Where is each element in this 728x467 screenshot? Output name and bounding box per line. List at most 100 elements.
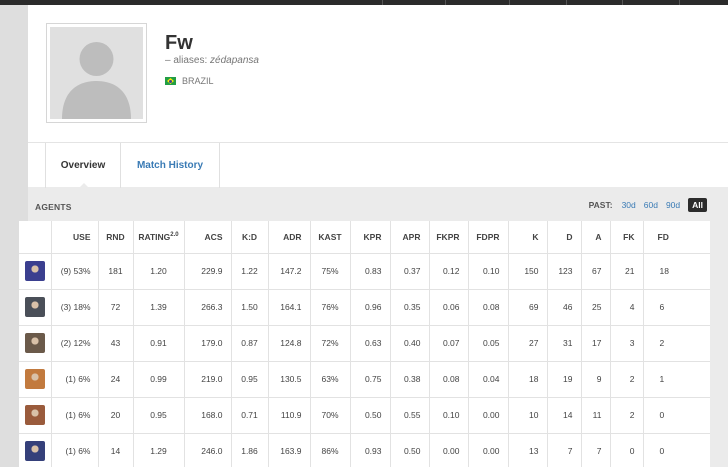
cell-rnd: 24	[98, 361, 134, 398]
cell-rating: 1.20	[133, 253, 185, 290]
avatar	[46, 23, 147, 123]
table-row: (3) 18% 72 1.39 266.3 1.50 164.1 76% 0.96 0.35 0.…	[19, 289, 710, 326]
col-fk: FK	[610, 221, 644, 254]
cell-d: 46	[547, 289, 582, 326]
col-fdpr: FDPR	[468, 221, 509, 254]
cell-kast: 72%	[310, 325, 351, 362]
cell-kpr: 0.93	[350, 433, 391, 467]
cell-fdpr: 0.04	[468, 361, 509, 398]
cell-rnd: 181	[98, 253, 134, 290]
agents-section-title: AGENTS	[35, 202, 72, 212]
agent-cell	[19, 397, 52, 434]
agent-icon-5	[24, 405, 45, 425]
table-row: (9) 53% 181 1.20 229.9 1.22 147.2 75% 0.83 0.37 0…	[19, 253, 710, 290]
table-header-row: USE RND RATING2.0 ACS K:D ADR KAST KPR A…	[19, 221, 710, 254]
cell-kast: 76%	[310, 289, 351, 326]
cell-apr: 0.35	[390, 289, 430, 326]
cell-fkpr: 0.12	[429, 253, 469, 290]
filter-30d[interactable]: 30d	[622, 200, 636, 210]
cell-kast: 86%	[310, 433, 351, 467]
col-fkpr: FKPR	[429, 221, 469, 254]
cell-a: 17	[581, 325, 611, 362]
cell-a: 25	[581, 289, 611, 326]
agent-cell	[19, 253, 52, 290]
agent-icon-3	[24, 333, 45, 353]
col-rating-label: RATING	[138, 231, 171, 242]
player-header: Fw – aliases: zédapansa BRAZIL	[28, 5, 728, 142]
col-d: D	[547, 221, 582, 254]
cell-rnd: 43	[98, 325, 134, 362]
country-name: BRAZIL	[182, 76, 214, 86]
time-filter: PAST: 30d 60d 90d All	[589, 198, 707, 212]
agent-cell	[19, 289, 52, 326]
cell-k: 13	[508, 433, 548, 467]
cell-adr: 124.8	[268, 325, 311, 362]
cell-kpr: 0.75	[350, 361, 391, 398]
cell-fkpr: 0.06	[429, 289, 469, 326]
cell-apr: 0.55	[390, 397, 430, 434]
cell-use: (2) 12%	[51, 325, 99, 362]
cell-d: 7	[547, 433, 582, 467]
cell-a: 7	[581, 433, 611, 467]
col-use: USE	[51, 221, 99, 254]
cell-kast: 63%	[310, 361, 351, 398]
cell-rating: 1.29	[133, 433, 185, 467]
cell-rating: 0.99	[133, 361, 185, 398]
col-rating-version: 2.0	[170, 231, 179, 238]
tab-match-history[interactable]: Match History	[121, 143, 220, 188]
cell-kpr: 0.83	[350, 253, 391, 290]
cell-kast: 75%	[310, 253, 351, 290]
filter-90d[interactable]: 90d	[666, 200, 680, 210]
agent-icon-1	[24, 261, 45, 281]
col-adr: ADR	[268, 221, 311, 254]
cell-kpr: 0.63	[350, 325, 391, 362]
cell-fdpr: 0.08	[468, 289, 509, 326]
cell-adr: 147.2	[268, 253, 311, 290]
cell-fd: 2	[643, 325, 710, 362]
col-agent	[19, 221, 52, 254]
profile-tabs: Overview Match History	[28, 142, 728, 189]
cell-fk: 21	[610, 253, 644, 290]
filter-all[interactable]: All	[688, 198, 707, 212]
cell-kpr: 0.50	[350, 397, 391, 434]
table-row: (1) 6% 24 0.99 219.0 0.95 130.5 63% 0.75 0.38 0.0…	[19, 361, 710, 398]
cell-fk: 2	[610, 397, 644, 434]
agents-table-container: USE RND RATING2.0 ACS K:D ADR KAST KPR A…	[19, 221, 710, 467]
cell-acs: 246.0	[184, 433, 232, 467]
cell-a: 11	[581, 397, 611, 434]
cell-kd: 0.71	[231, 397, 269, 434]
cell-k: 69	[508, 289, 548, 326]
cell-kd: 0.87	[231, 325, 269, 362]
player-country: BRAZIL	[165, 76, 214, 86]
cell-rating: 0.95	[133, 397, 185, 434]
cell-d: 123	[547, 253, 582, 290]
cell-rating: 0.91	[133, 325, 185, 362]
agent-icon-6	[24, 441, 45, 461]
cell-kast: 70%	[310, 397, 351, 434]
col-acs: ACS	[184, 221, 232, 254]
past-label: PAST:	[588, 200, 613, 210]
agent-icon-4	[24, 369, 45, 389]
col-k: K	[508, 221, 548, 254]
cell-fd: 0	[643, 433, 710, 467]
cell-kd: 1.50	[231, 289, 269, 326]
cell-fdpr: 0.10	[468, 253, 509, 290]
cell-fd: 0	[643, 397, 710, 434]
cell-acs: 229.9	[184, 253, 232, 290]
cell-use: (9) 53%	[51, 253, 99, 290]
cell-acs: 266.3	[184, 289, 232, 326]
agent-cell	[19, 361, 52, 398]
cell-fd: 18	[643, 253, 710, 290]
agent-icon-2	[24, 297, 45, 317]
cell-k: 27	[508, 325, 548, 362]
tab-overview[interactable]: Overview	[45, 143, 121, 189]
player-name: Fw	[165, 32, 193, 54]
cell-fkpr: 0.00	[429, 433, 469, 467]
cell-fd: 1	[643, 361, 710, 398]
filter-60d[interactable]: 60d	[644, 200, 658, 210]
cell-fdpr: 0.00	[468, 433, 509, 467]
cell-acs: 179.0	[184, 325, 232, 362]
cell-fk: 2	[610, 361, 644, 398]
alias-value: zédapansa	[210, 55, 259, 66]
col-kast: KAST	[310, 221, 351, 254]
